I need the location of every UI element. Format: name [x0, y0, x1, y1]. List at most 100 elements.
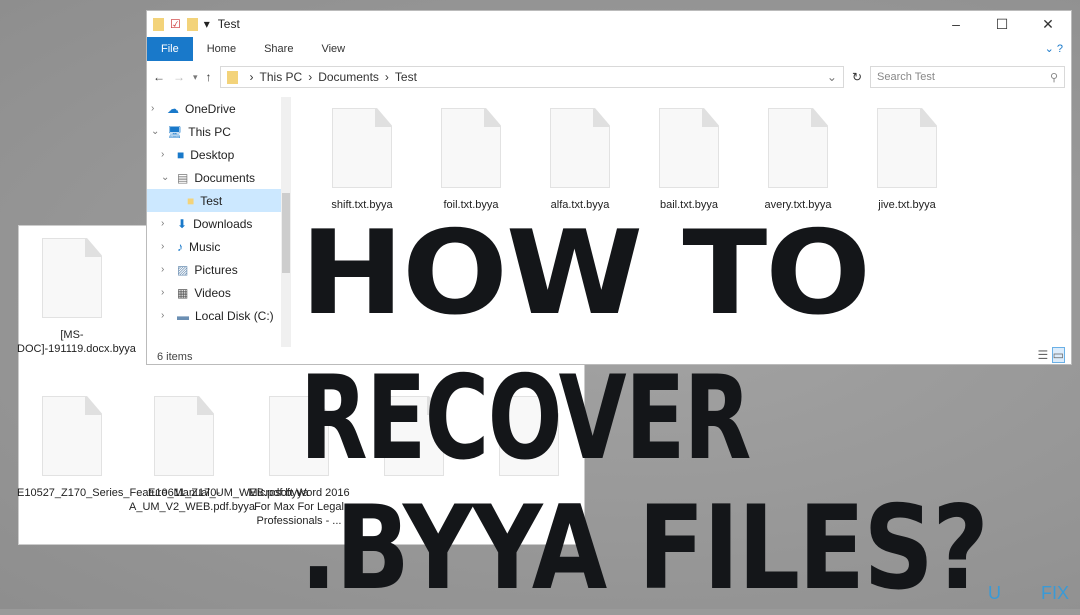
nav-item[interactable]: › ♪ Music: [147, 235, 291, 258]
address-bar[interactable]: › This PC › Documents › Test ⌄: [219, 66, 844, 88]
tab-home[interactable]: Home: [193, 37, 250, 61]
watermark-logo: FIX: [1041, 583, 1070, 603]
nav-item[interactable]: › ■ Desktop: [147, 143, 291, 166]
view-toggle: ☰ ▭: [1038, 347, 1065, 363]
file-icon: [441, 108, 501, 188]
tab-share[interactable]: Share: [250, 37, 307, 61]
nav-item[interactable]: ⌄ ▤ Documents: [147, 166, 291, 189]
chevron-down-icon[interactable]: ⌄: [161, 172, 171, 183]
breadcrumb-item[interactable]: This PC: [260, 70, 303, 84]
nav-item[interactable]: ⌄ 🖥 This PC: [147, 120, 291, 143]
file-icon: [659, 108, 719, 188]
close-button[interactable]: ✕: [1025, 16, 1071, 33]
headline-line-2: RECOVER: [300, 350, 751, 486]
chevron-right-icon[interactable]: ›: [161, 310, 171, 321]
headline-line-1: HOW TO: [300, 205, 871, 341]
navigation-pane: › ☁ OneDrive ⌄ 🖥 This PC › ■ Desktop ⌄ ▤ Documents ■…: [147, 97, 291, 347]
file-label: jive.txt.byya: [878, 199, 936, 211]
ribbon-tabs: File Home Share View ⌄ ?: [147, 37, 1071, 61]
file-item[interactable]: foil.txt.byya: [416, 108, 526, 212]
file-item[interactable]: alfa.txt.byya: [525, 108, 635, 212]
up-icon[interactable]: ↑: [206, 70, 212, 84]
folder-icon: [153, 17, 164, 31]
properties-icon[interactable]: ☑: [170, 17, 181, 31]
chevron-down-icon[interactable]: ⌄: [151, 126, 161, 137]
chevron-right-icon[interactable]: ›: [161, 241, 171, 252]
search-icon: ⚲: [1049, 71, 1058, 84]
disk-icon: ▬: [177, 308, 189, 323]
nav-item-label: Videos: [194, 285, 231, 300]
watermark-logo: U: [988, 583, 1001, 603]
nav-item[interactable]: › ▦ Videos: [147, 281, 291, 304]
nav-item-label: Desktop: [190, 147, 235, 162]
search-placeholder: Search Test: [877, 71, 935, 83]
window-title: Test: [217, 17, 240, 31]
back-icon[interactable]: ←: [153, 70, 165, 84]
nav-item[interactable]: › ▬ Local Disk (C:): [147, 304, 291, 327]
new-folder-icon[interactable]: [186, 17, 198, 31]
pictures-icon: ▨: [177, 262, 189, 277]
chevron-right-icon[interactable]: ›: [161, 264, 171, 275]
file-icon: [877, 108, 937, 188]
scrollbar-thumb[interactable]: [282, 193, 290, 273]
nav-item-label: Pictures: [194, 262, 238, 277]
status-item-count: 6 items: [157, 351, 193, 363]
search-input[interactable]: Search Test ⚲: [870, 66, 1065, 88]
file-item[interactable]: bail.txt.byya: [634, 108, 744, 212]
file-item[interactable]: E10611_Z170-A_UM_V2_WEB.pdf.byya: [129, 396, 255, 514]
nav-item[interactable]: › ▨ Pictures: [147, 258, 291, 281]
help-icon[interactable]: ⌄ ?: [1037, 37, 1071, 61]
recent-dropdown-icon[interactable]: ▾: [193, 72, 198, 83]
file-label: E10611_Z170-A_UM_V2_WEB.pdf.byya: [129, 487, 255, 513]
nav-item-label: Local Disk (C:): [195, 308, 274, 323]
nav-item-label: Downloads: [193, 216, 253, 231]
computer-icon: 🖥: [167, 124, 183, 139]
nav-item-label: This PC: [188, 124, 231, 139]
chevron-down-icon[interactable]: ⌄: [827, 70, 837, 84]
nav-item-label: Documents: [194, 170, 256, 185]
nav-item[interactable]: › ☁ OneDrive: [147, 97, 291, 120]
desktop-icon: ■: [177, 147, 185, 162]
quick-access-dropdown-icon[interactable]: ▾: [204, 17, 210, 31]
file-icon: [42, 238, 102, 318]
minimize-button[interactable]: –: [933, 16, 979, 33]
nav-item-label: Music: [189, 239, 221, 254]
chevron-right-icon[interactable]: ›: [161, 149, 171, 160]
videos-icon: ▦: [177, 285, 189, 300]
large-icons-view-icon[interactable]: ▭: [1051, 347, 1065, 363]
tab-view[interactable]: View: [307, 37, 359, 61]
maximize-button[interactable]: ☐: [979, 16, 1025, 33]
chevron-right-icon[interactable]: ›: [161, 287, 171, 298]
refresh-icon[interactable]: ↻: [852, 70, 862, 84]
tab-file[interactable]: File: [147, 37, 193, 61]
file-label: [MS-DOC]-191119.docx.byya: [17, 329, 136, 355]
breadcrumb-item[interactable]: Test: [395, 70, 417, 84]
file-item[interactable]: jive.txt.byya: [852, 108, 962, 212]
download-icon: ⬇: [177, 216, 188, 231]
file-icon: [154, 396, 214, 476]
address-row: ← → ▾ ↑ › This PC › Documents › Test ⌄ ↻ S…: [147, 61, 1071, 93]
file-item[interactable]: [MS-DOC]-191119.docx.byya: [17, 238, 136, 356]
cloud-icon: ☁: [167, 101, 179, 116]
chevron-right-icon[interactable]: ›: [151, 103, 161, 114]
documents-icon: ▤: [177, 170, 189, 185]
breadcrumb-item[interactable]: Documents: [318, 70, 379, 84]
forward-icon[interactable]: →: [173, 70, 185, 84]
nav-item-label: OneDrive: [185, 101, 236, 116]
headline-line-3: .BYYA FILES?: [300, 480, 989, 615]
nav-item-label: Test: [200, 193, 223, 208]
folder-icon: [226, 70, 238, 84]
nav-item[interactable]: ■ Test: [147, 189, 291, 212]
folder-icon: ■: [187, 193, 195, 208]
file-icon: [42, 396, 102, 476]
title-bar: ☑ ▾ Test – ☐ ✕: [147, 11, 1071, 37]
chevron-right-icon[interactable]: ›: [161, 218, 171, 229]
file-item[interactable]: shift.txt.byya: [307, 108, 417, 212]
nav-item[interactable]: › ⬇ Downloads: [147, 212, 291, 235]
details-view-icon[interactable]: ☰: [1038, 348, 1049, 362]
file-icon: [768, 108, 828, 188]
nav-scrollbar[interactable]: [281, 97, 291, 347]
file-item[interactable]: avery.txt.byya: [743, 108, 853, 212]
file-icon: [550, 108, 610, 188]
file-item[interactable]: E10527_Z170_Series_Feature_Manual_UM_WEB…: [17, 396, 309, 500]
